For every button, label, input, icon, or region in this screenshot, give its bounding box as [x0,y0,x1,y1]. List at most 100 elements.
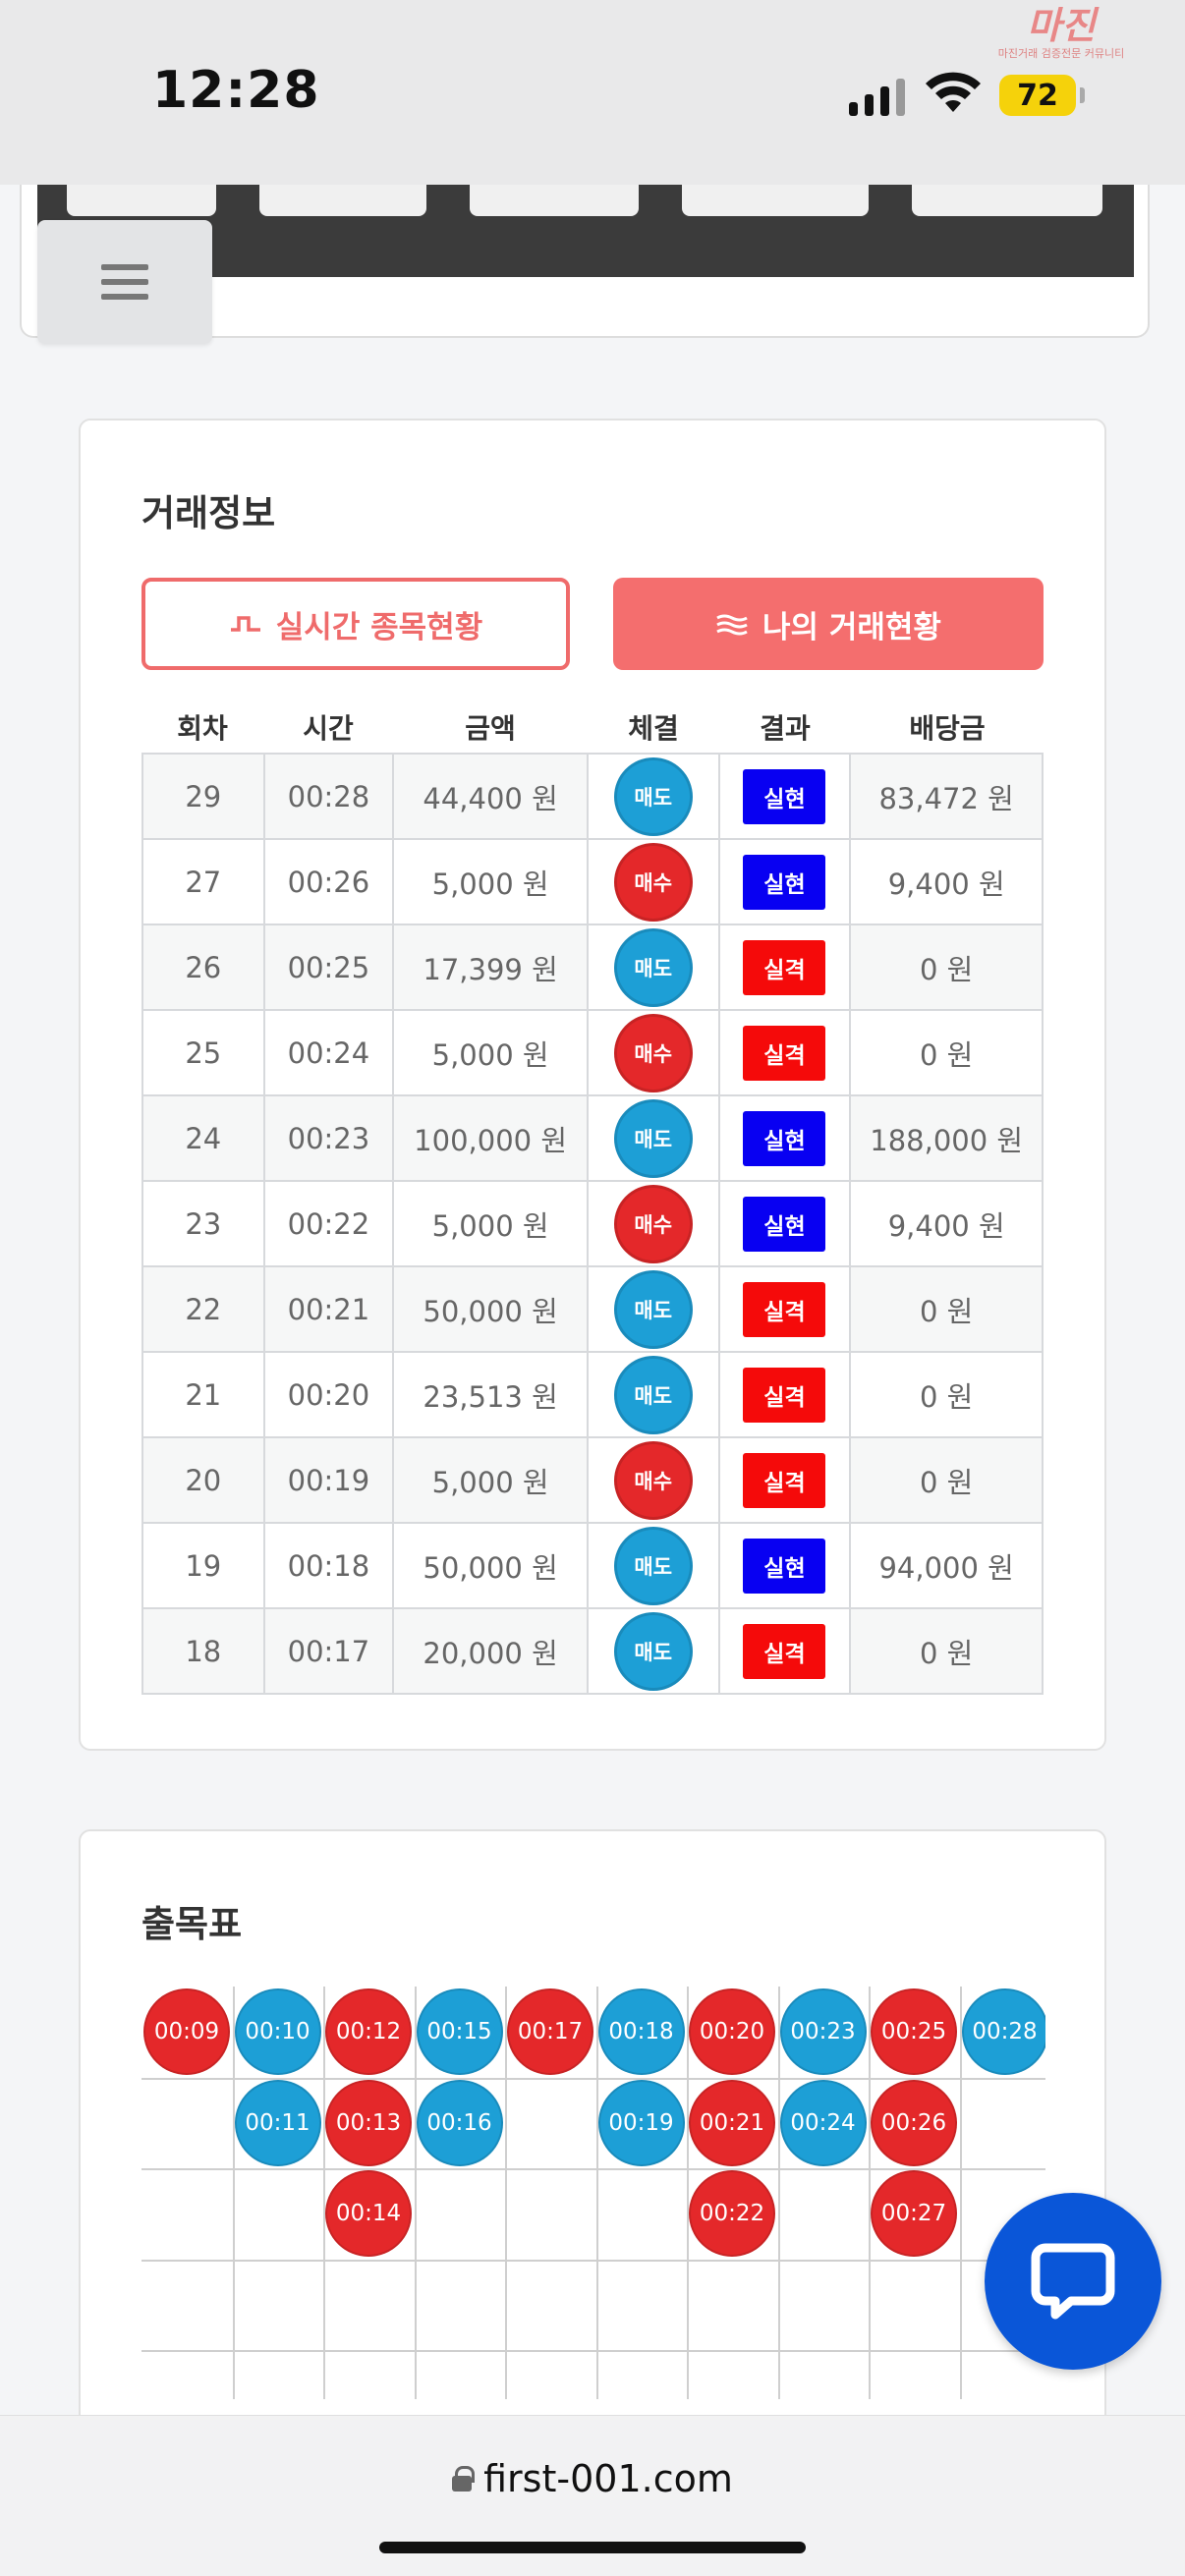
cell-round: 24 [141,1094,265,1182]
cell-amount: 17,399 원 [392,924,589,1011]
cell-payout: 9,400 원 [849,838,1044,925]
grid-line [414,1987,417,2399]
table-row: 20 00:19 5,000 원 매수 실격 0 원 [141,1436,1044,1524]
cell-round: 18 [141,1607,265,1695]
grid-line [777,1987,780,2399]
road-title: 출목표 [141,1903,243,1945]
exec-badge: 매도 [613,927,693,1007]
road-grid: 00:09 00:10 00:11 00:12 00:13 00:14 00:15 00:16… [141,1987,1045,2399]
grid-line [141,2350,1045,2352]
cell-time: 00:24 [262,1009,395,1096]
cell-round: 26 [141,924,265,1011]
tab-my-trades[interactable]: 나의 거래현황 [613,578,1044,670]
grid-line [595,1987,598,2399]
cell-payout: 0 원 [849,1009,1044,1096]
road-dot: 00:20 [689,1988,775,2075]
table-row: 18 00:17 20,000 원 매도 실격 0 원 [141,1607,1044,1695]
lock-icon [452,2466,476,2492]
cell-round: 22 [141,1265,265,1353]
cell-amount: 5,000 원 [392,1009,589,1096]
cell-time: 00:18 [262,1522,395,1609]
strip-tile[interactable] [682,185,869,216]
cell-exec: 매수 [586,1009,720,1096]
waves-icon [716,614,748,636]
grid-line [687,1987,689,2399]
grid-line [505,1987,507,2399]
cell-payout: 83,472 원 [849,753,1044,840]
cell-time: 00:28 [262,753,395,840]
exec-badge: 매수 [613,1184,693,1263]
road-dot: 00:23 [779,1988,867,2075]
road-dot: 00:19 [597,2079,685,2166]
cell-round: 25 [141,1009,265,1096]
cell-payout: 9,400 원 [849,1180,1044,1267]
watermark-subtitle: 마진거래 검증전문 커뮤니티 [997,47,1125,60]
road-dot: 00:18 [597,1988,685,2075]
chat-button[interactable] [985,2193,1161,2370]
cell-result: 실격 [717,924,852,1011]
cell-result: 실현 [717,1522,852,1609]
cell-result: 실현 [717,753,852,840]
cell-result: 실현 [717,838,852,925]
cell-payout: 188,000 원 [849,1094,1044,1182]
watermark-title: 마진 [1027,4,1096,47]
result-badge: 실격 [743,1452,826,1508]
col-result: 결과 [760,712,811,745]
road-dot: 00:21 [689,2079,775,2166]
exec-badge: 매도 [613,1355,693,1434]
exec-badge: 매도 [613,1098,693,1178]
result-badge: 실격 [743,1623,826,1679]
road-dot: 00:09 [143,1988,230,2075]
result-badge: 실현 [743,1538,826,1594]
road-dot: 00:13 [325,2079,412,2166]
cell-result: 실격 [717,1009,852,1096]
table-row: 23 00:22 5,000 원 매수 실현 9,400 원 [141,1180,1044,1267]
cellular-signal-icon [849,77,905,116]
road-dot: 00:26 [871,2079,957,2166]
hamburger-icon [101,264,148,270]
result-badge: 실격 [743,1025,826,1081]
cell-result: 실격 [717,1351,852,1438]
cell-exec: 매수 [586,1180,720,1267]
grid-line [323,1987,325,2399]
road-dot: 00:22 [689,2170,775,2257]
road-dot: 00:15 [416,1988,503,2075]
cell-amount: 100,000 원 [392,1094,589,1182]
result-badge: 실격 [743,939,826,995]
grid-line [141,2259,1045,2262]
chat-bubble-icon [1031,2243,1115,2320]
col-amount: 금액 [465,712,516,745]
strip-tile[interactable] [470,185,639,216]
cell-exec: 매도 [586,1351,720,1438]
home-indicator[interactable] [379,2542,806,2553]
result-badge: 실현 [743,854,826,910]
menu-button[interactable] [37,220,212,344]
road-dot: 00:17 [507,1988,593,2075]
road-dot: 00:11 [234,2079,321,2166]
road-dot: 00:12 [325,1988,412,2075]
cell-payout: 0 원 [849,924,1044,1011]
cell-round: 29 [141,753,265,840]
cell-exec: 매도 [586,753,720,840]
url-field[interactable]: first-001.com [0,2457,1185,2500]
cell-round: 20 [141,1436,265,1524]
cell-result: 실격 [717,1436,852,1524]
table-row: 22 00:21 50,000 원 매도 실격 0 원 [141,1265,1044,1353]
cell-round: 21 [141,1351,265,1438]
col-time: 시간 [303,712,354,745]
result-badge: 실현 [743,1196,826,1252]
cell-time: 00:21 [262,1265,395,1353]
cell-amount: 44,400 원 [392,753,589,840]
trade-info-title: 거래정보 [141,492,276,534]
cell-exec: 매도 [586,1522,720,1609]
wifi-icon [926,72,981,112]
strip-tile[interactable] [259,185,426,216]
exec-badge: 매도 [613,1611,693,1691]
cell-time: 00:25 [262,924,395,1011]
strip-tile[interactable] [67,185,216,216]
tab-live-status[interactable]: 실시간 종목현황 [141,578,570,670]
table-row: 21 00:20 23,513 원 매도 실격 0 원 [141,1351,1044,1438]
strip-tile[interactable] [912,185,1102,216]
table-row: 25 00:24 5,000 원 매수 실격 0 원 [141,1009,1044,1096]
exec-badge: 매수 [613,1013,693,1092]
